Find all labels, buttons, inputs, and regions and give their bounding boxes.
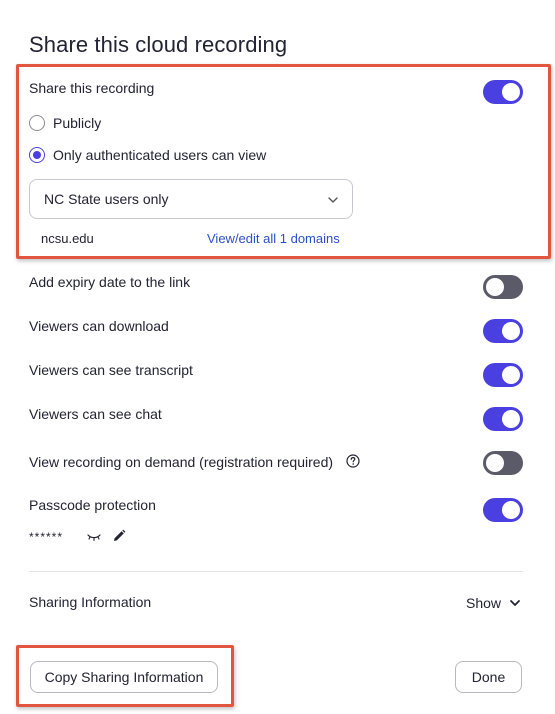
sharing-information-label: Sharing Information	[29, 594, 152, 610]
toggle-knob	[502, 366, 520, 384]
passcode-toggle[interactable]	[483, 498, 523, 522]
toggle-knob	[502, 501, 520, 519]
eye-closed-icon[interactable]	[87, 532, 101, 542]
chevron-down-icon	[510, 600, 520, 606]
toggle-knob	[486, 278, 504, 296]
setting-label-passcode: Passcode protection	[29, 497, 156, 513]
chat-toggle[interactable]	[483, 407, 523, 431]
show-sharing-info-toggle[interactable]: Show	[466, 595, 521, 611]
toggle-knob	[486, 454, 504, 472]
audience-select-value: NC State users only	[44, 191, 169, 207]
toggle-knob	[502, 83, 520, 101]
section-divider	[29, 571, 523, 572]
radio-authenticated[interactable]	[29, 147, 45, 163]
setting-label-download: Viewers can download	[29, 318, 169, 334]
chevron-down-icon	[328, 197, 338, 203]
pencil-icon[interactable]	[112, 529, 126, 543]
radio-label-publicly: Publicly	[53, 115, 102, 131]
help-circle-icon[interactable]	[346, 454, 360, 468]
transcript-toggle[interactable]	[483, 363, 523, 387]
dialog-title: Share this cloud recording	[29, 32, 288, 57]
copy-sharing-information-button[interactable]: Copy Sharing Information	[30, 661, 218, 693]
toggle-knob	[502, 410, 520, 428]
share-recording-toggle[interactable]	[483, 80, 523, 104]
show-label: Show	[466, 595, 502, 611]
share-recording-label: Share this recording	[29, 80, 155, 96]
on-demand-toggle[interactable]	[483, 451, 523, 475]
setting-label-expiry: Add expiry date to the link	[29, 274, 191, 290]
setting-label-chat: Viewers can see chat	[29, 406, 162, 422]
setting-label-transcript: Viewers can see transcript	[29, 362, 193, 378]
toggle-knob	[502, 322, 520, 340]
radio-label-authenticated: Only authenticated users can view	[53, 147, 267, 163]
audience-select[interactable]: NC State users only	[29, 179, 353, 219]
radio-option-authenticated[interactable]: Only authenticated users can view	[29, 147, 266, 163]
setting-label-on-demand: View recording on demand (registration r…	[29, 454, 334, 470]
view-edit-domains-link[interactable]: View/edit all 1 domains	[207, 231, 340, 246]
done-button[interactable]: Done	[455, 661, 522, 693]
passcode-value: ******	[29, 530, 64, 544]
radio-publicly[interactable]	[29, 115, 45, 131]
domain-text: ncsu.edu	[41, 231, 94, 246]
download-toggle[interactable]	[483, 319, 523, 343]
radio-option-publicly[interactable]: Publicly	[29, 115, 101, 131]
expiry-toggle[interactable]	[483, 275, 523, 299]
